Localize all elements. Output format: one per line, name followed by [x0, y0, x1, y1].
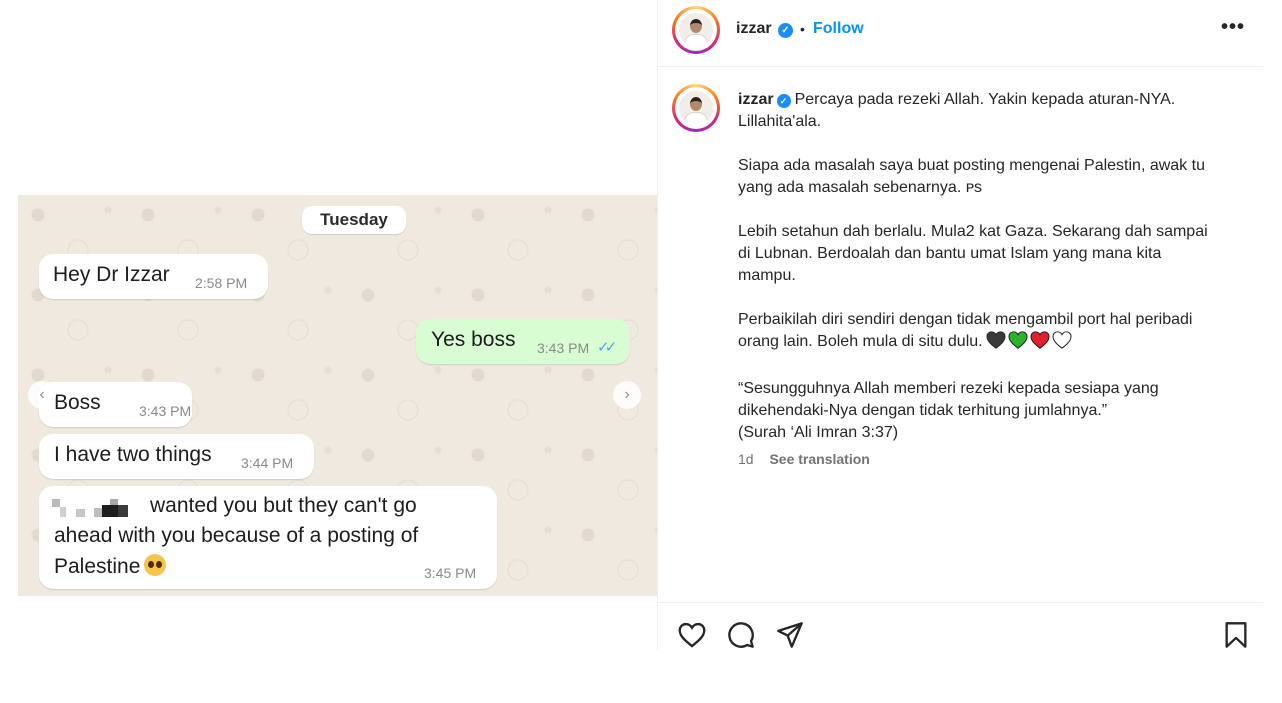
avatar[interactable] [672, 6, 720, 54]
caption-paragraph: Percaya pada rezeki Allah. Yakin kepada … [738, 91, 1176, 130]
message-time: 2:58 PM [195, 275, 248, 291]
chat-message-outgoing: Yes boss 3:43 PM ✓✓ [416, 319, 630, 364]
bookmark-icon [1225, 622, 1247, 648]
message-text: Hey Dr Izzar [53, 263, 170, 286]
carousel-next-button[interactable]: › [613, 381, 641, 409]
heart-emojis [986, 331, 1074, 356]
post-header: izzar ✓ • Follow ••• [658, 0, 1263, 67]
red-heart-icon [1030, 331, 1050, 349]
black-heart-icon [986, 331, 1006, 349]
green-heart-icon [1008, 331, 1028, 349]
redacted-name [52, 499, 137, 517]
post-side-panel: izzar ✓ • Follow ••• izzar ✓ Percaya pada … [657, 0, 1263, 650]
caption-paragraph: Lebih setahun dah berlalu. Mula2 kat Gaz… [738, 223, 1208, 284]
message-text: I have two things [54, 443, 212, 466]
more-options-icon[interactable]: ••• [1221, 16, 1245, 39]
chat-message-incoming: I have two things 3:44 PM [39, 434, 314, 479]
save-button[interactable] [1220, 619, 1252, 651]
message-text: Yes boss [431, 328, 516, 351]
carousel-prev-button[interactable]: ‹ [28, 381, 56, 409]
like-button[interactable] [676, 619, 708, 651]
read-receipt-icon: ✓✓ [597, 339, 617, 356]
verified-badge-icon: ✓ [776, 94, 791, 108]
share-icon [777, 622, 803, 648]
username-link[interactable]: izzar [736, 20, 772, 38]
white-heart-icon [1052, 331, 1072, 349]
message-time: 3:43 PM [139, 403, 192, 419]
message-text-line: Palestine [54, 554, 167, 579]
caption-paragraph: Siapa ada masalah saya buat posting meng… [738, 157, 1205, 196]
caption-paragraph: “Sesungguhnya Allah memberi rezeki kepad… [738, 380, 1159, 441]
chat-message-incoming: Hey Dr Izzar 2:58 PM [39, 254, 268, 299]
comment-button[interactable] [725, 619, 757, 651]
post-caption: izzar ✓ Percaya pada rezeki Allah. Yakin k… [738, 89, 1238, 466]
share-button[interactable] [774, 619, 806, 651]
message-time: 3:44 PM [241, 455, 294, 471]
message-text: Boss [54, 391, 101, 414]
post-age[interactable]: 1d [738, 451, 754, 467]
follow-button[interactable]: Follow [813, 20, 864, 38]
instagram-post-page: Tuesday Hey Dr Izzar 2:58 PM Yes boss 3:… [0, 0, 1282, 703]
pleading-face-emoji-icon [144, 554, 167, 576]
message-time: 3:45 PM [424, 565, 477, 581]
message-text-line: ahead with you because of a posting of [54, 524, 419, 547]
separator-dot: • [800, 21, 805, 37]
caption-paragraph-with-hearts: Perbaikilah diri sendiri dengan tidak me… [738, 309, 1238, 356]
verified-badge-icon: ✓ [778, 23, 793, 38]
message-text-line: wanted you but they can't go [150, 494, 417, 517]
chat-day-label: Tuesday [302, 206, 406, 234]
caption-avatar[interactable] [672, 84, 720, 132]
chat-message-incoming: wanted you but they can't go ahead with … [39, 486, 497, 589]
caption-username-link[interactable]: izzar [738, 91, 774, 108]
see-translation-button[interactable]: See translation [769, 451, 869, 467]
comment-icon [728, 622, 754, 648]
heart-icon [678, 622, 706, 648]
post-media-image[interactable]: Tuesday Hey Dr Izzar 2:58 PM Yes boss 3:… [18, 195, 657, 596]
message-time: 3:43 PM [537, 340, 590, 356]
post-action-bar [658, 602, 1263, 650]
chat-message-incoming: Boss 3:43 PM [39, 382, 192, 427]
caption-meta: 1d See translation [738, 451, 870, 467]
